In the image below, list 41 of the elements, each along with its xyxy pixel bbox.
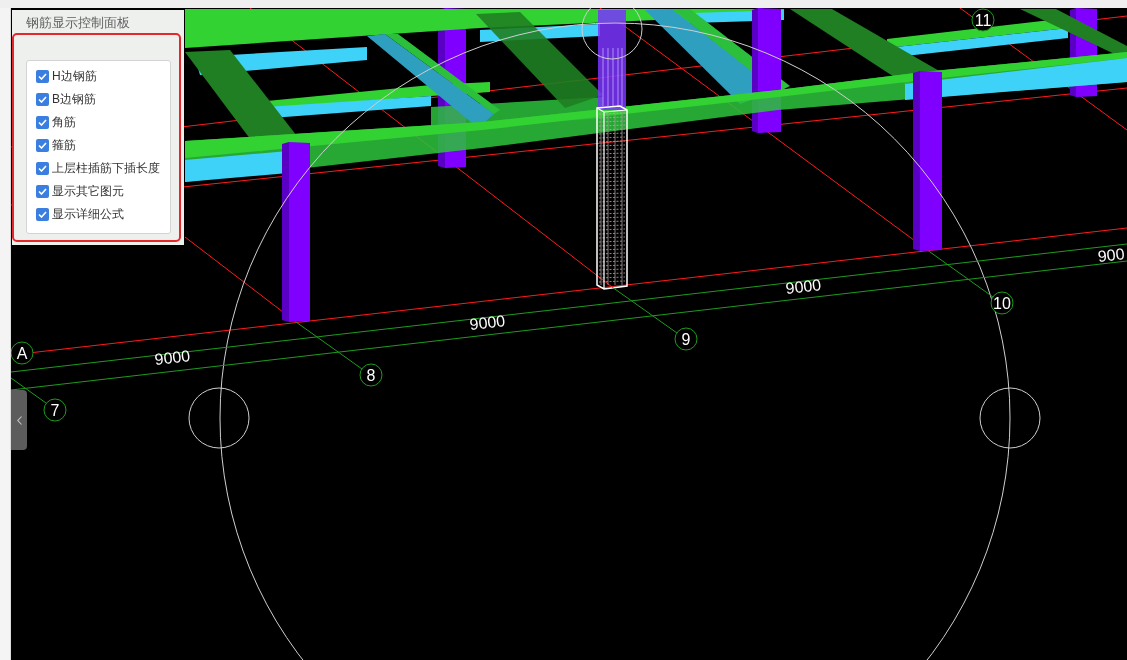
option-label[interactable]: 角筋 bbox=[52, 115, 76, 130]
orbit-handle[interactable] bbox=[581, 8, 643, 60]
check-icon bbox=[38, 142, 47, 149]
check-icon bbox=[38, 73, 47, 80]
check-icon bbox=[38, 96, 47, 103]
option-label[interactable]: 箍筋 bbox=[52, 138, 76, 153]
axis-label: 7 bbox=[43, 398, 67, 422]
option-label[interactable]: H边钢筋 bbox=[52, 69, 97, 84]
option-label[interactable]: B边钢筋 bbox=[52, 92, 96, 107]
axis-label: 8 bbox=[359, 363, 383, 387]
checkbox[interactable] bbox=[36, 185, 49, 198]
orbit-handle[interactable] bbox=[188, 387, 250, 449]
check-icon bbox=[38, 188, 47, 195]
option-label[interactable]: 显示详细公式 bbox=[52, 207, 124, 222]
checkbox[interactable] bbox=[36, 162, 49, 175]
option-label[interactable]: 显示其它图元 bbox=[52, 184, 124, 199]
collapse-handle[interactable] bbox=[11, 390, 27, 450]
axis-line bbox=[295, 321, 363, 370]
orbit-handle[interactable] bbox=[979, 387, 1041, 449]
dimension-label: 9000 bbox=[153, 347, 191, 368]
panel-title: 钢筋显示控制面板 bbox=[26, 15, 131, 31]
axis-label: 10 bbox=[990, 291, 1014, 315]
dimension-label: 9000 bbox=[784, 276, 822, 297]
axis-line bbox=[611, 286, 678, 334]
check-icon bbox=[38, 211, 47, 218]
axis-label: 9 bbox=[674, 327, 698, 351]
axis-line bbox=[11, 377, 47, 404]
checkbox[interactable] bbox=[36, 116, 49, 129]
checkbox[interactable] bbox=[36, 70, 49, 83]
check-icon bbox=[38, 119, 47, 126]
dimension-label: 9000 bbox=[468, 312, 506, 333]
checkbox[interactable] bbox=[36, 208, 49, 221]
axis-label: A bbox=[11, 341, 34, 365]
axis-line bbox=[929, 251, 994, 298]
chevron-left-icon bbox=[16, 415, 22, 425]
checkbox[interactable] bbox=[36, 93, 49, 106]
checkbox[interactable] bbox=[36, 139, 49, 152]
check-icon bbox=[38, 165, 47, 172]
option-label[interactable]: 上层柱插筋下插长度 bbox=[52, 161, 160, 176]
dimension-label: 900 bbox=[1096, 245, 1126, 265]
axis-label: 11 bbox=[971, 8, 995, 32]
